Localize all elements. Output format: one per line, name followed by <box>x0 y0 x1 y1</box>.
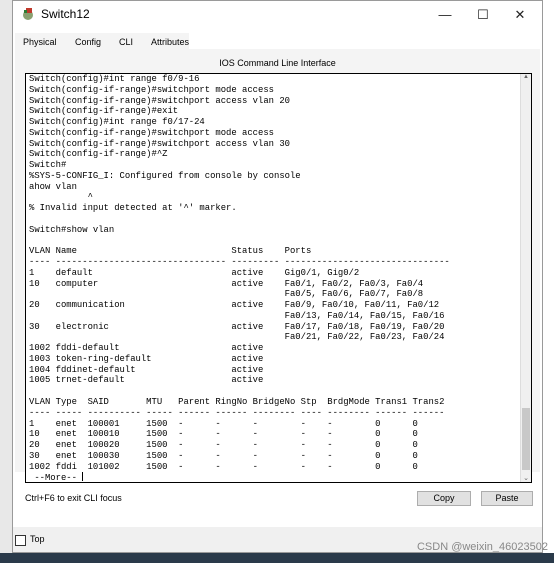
cli-line: Switch(config)#int range f0/9-16 <box>29 74 200 84</box>
cli-line: 1 default active Gig0/1, Gig0/2 <box>29 267 360 278</box>
background-window-edge <box>0 0 12 553</box>
cli-line: Switch(config-if-range)#switchport mode … <box>29 127 274 138</box>
text-cursor <box>82 472 84 482</box>
tab-cli[interactable]: CLI <box>116 37 136 51</box>
cli-line: ---- ----- ---------- ----- ------ -----… <box>29 407 445 418</box>
scrollbar-thumb[interactable] <box>522 408 530 470</box>
switch-window: Switch12 — ☐ ✕ Physical Config CLI Attri… <box>12 0 543 553</box>
tab-physical[interactable]: Physical <box>23 37 57 47</box>
cli-line: ---- -------------------------------- --… <box>29 257 450 268</box>
cli-line: Fa0/5, Fa0/6, Fa0/7, Fa0/8 <box>284 289 424 300</box>
cli-line: 1004 fddinet-default active <box>29 364 264 375</box>
cli-line: % Invalid input detected at '^' marker. <box>29 203 237 214</box>
cli-line: 1 enet 100001 1500 - - - - - 0 0 <box>29 418 418 429</box>
cli-line: Fa0/13, Fa0/14, Fa0/15, Fa0/16 <box>284 310 445 321</box>
scroll-up-icon[interactable]: ▲ <box>521 74 531 80</box>
cli-line: 10 computer active Fa0/1, Fa0/2, Fa0/3, … <box>29 278 424 289</box>
scroll-down-icon[interactable]: ⌄ <box>521 474 531 482</box>
top-checkbox[interactable] <box>15 535 26 546</box>
cli-line: 20 enet 100020 1500 - - - - - 0 0 <box>29 440 418 451</box>
cli-line: 30 electronic active Fa0/17, Fa0/18, Fa0… <box>29 321 445 332</box>
top-label: Top <box>30 534 45 544</box>
cli-line: Switch(config-if-range)#switchport acces… <box>29 138 290 149</box>
cli-line: 1002 fddi-default active <box>29 343 264 354</box>
cli-line: 30 enet 100030 1500 - - - - - 0 0 <box>29 450 418 461</box>
cli-line: 10 enet 100010 1500 - - - - - 0 0 <box>29 429 418 440</box>
cli-line: Switch(config)#int range f0/17-24 <box>29 117 205 128</box>
cli-title: IOS Command Line Interface <box>219 58 336 68</box>
cli-line: VLAN Type SAID MTU Parent RingNo BridgeN… <box>29 396 445 407</box>
minimize-button[interactable]: — <box>430 5 460 25</box>
cli-line: 1002 fddi 101002 1500 - - - - - 0 0 <box>29 461 418 472</box>
cli-line: VLAN Name Status Ports <box>29 246 312 257</box>
cli-line: 1005 trnet-default active <box>29 375 264 386</box>
cli-line: ahow vlan <box>29 181 77 192</box>
taskbar <box>0 553 554 563</box>
cli-focus-hint: Ctrl+F6 to exit CLI focus <box>25 493 122 503</box>
cli-line: Switch(config-if-range)#switchport acces… <box>29 95 290 106</box>
cli-output: Switch(config)#int range f0/9-16 Switch(… <box>29 74 450 483</box>
cli-line: Switch(config-if-range)#exit <box>29 106 179 117</box>
cli-line: Fa0/21, Fa0/22, Fa0/23, Fa0/24 <box>284 332 445 343</box>
paste-button[interactable]: Paste <box>481 491 533 506</box>
cli-terminal[interactable]: Switch(config)#int range f0/9-16 Switch(… <box>25 73 532 483</box>
tab-attributes[interactable]: Attributes <box>151 37 189 47</box>
cli-scrollbar[interactable]: ▲ ⌄ <box>520 74 531 482</box>
cli-line: 1003 token-ring-default active <box>29 353 264 364</box>
close-button[interactable]: ✕ <box>505 5 535 25</box>
cli-line: Switch(config-if-range)#switchport mode … <box>29 84 274 95</box>
cli-line: %SYS-5-CONFIG_I: Configured from console… <box>29 170 301 181</box>
cli-line: 20 communication active Fa0/9, Fa0/10, F… <box>29 300 440 311</box>
cli-line: ^ <box>87 192 93 203</box>
cli-line: Switch# <box>29 160 67 171</box>
title-bar: Switch12 — ☐ ✕ <box>13 1 542 29</box>
watermark: CSDN @weixin_46023502 <box>416 541 548 553</box>
window-title: Switch12 <box>41 7 90 21</box>
switch-app-icon <box>23 8 33 20</box>
cli-line: Switch#show vlan <box>29 224 115 235</box>
copy-button[interactable]: Copy <box>417 491 471 506</box>
cli-line: Switch(config-if-range)#^Z <box>29 149 168 160</box>
tab-config[interactable]: Config <box>75 37 101 47</box>
cli-lines: Switch(config)#int range f0/9-16 Switch(… <box>29 74 450 472</box>
more-prompt: --More-- <box>29 473 83 483</box>
maximize-button[interactable]: ☐ <box>468 5 498 25</box>
